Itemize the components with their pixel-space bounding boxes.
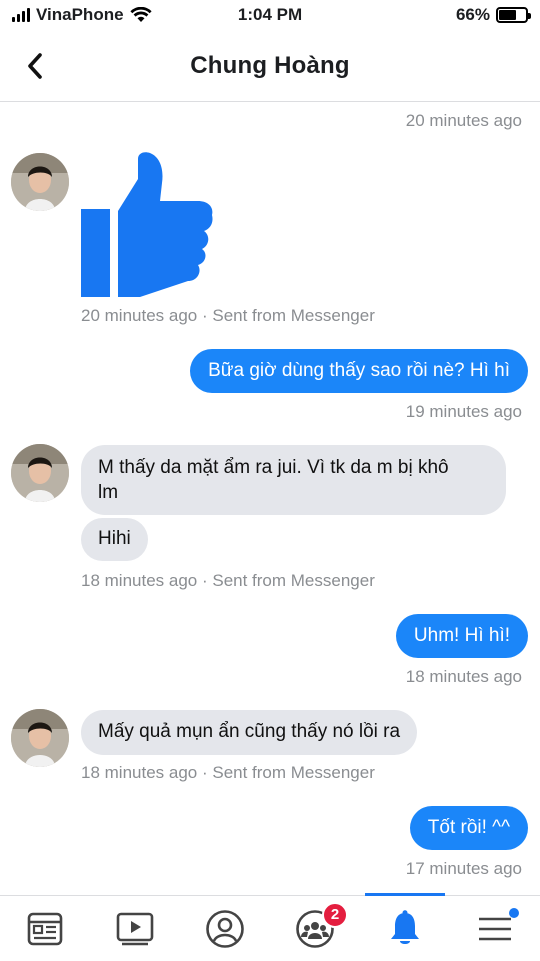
message-meta: 18 minutes ago · Sent from Messenger xyxy=(81,763,375,782)
tab-menu[interactable] xyxy=(450,896,540,961)
bell-icon xyxy=(391,910,419,944)
battery-icon xyxy=(496,7,531,23)
message-line: lm xyxy=(98,482,119,503)
groups-badge: 2 xyxy=(322,902,348,928)
contact-avatar[interactable] xyxy=(11,709,69,767)
tab-watch[interactable] xyxy=(90,896,180,961)
bottom-tab-bar: 2 xyxy=(0,893,540,961)
incoming-message[interactable]: M thấy da mặt ẩm ra jui. Vì tk da m bị k… xyxy=(81,445,506,515)
contact-name[interactable]: Chung Hoàng xyxy=(0,52,540,80)
outgoing-message[interactable]: Bữa giờ dùng thấy sao rồi nè? Hì hì xyxy=(190,349,528,393)
outgoing-message[interactable]: Tốt rồi! ^^ xyxy=(409,806,528,850)
contact-avatar[interactable] xyxy=(11,444,69,502)
timestamp: 19 minutes ago xyxy=(405,402,522,421)
incoming-message[interactable]: Hihi xyxy=(81,518,148,561)
tab-groups[interactable]: 2 xyxy=(270,896,360,961)
message-meta: 18 minutes ago · Sent from Messenger xyxy=(81,571,375,590)
thumbs-up-icon[interactable] xyxy=(80,151,216,299)
news-feed-icon xyxy=(27,912,63,946)
message-line: M thấy da mặt ẩm ra jui. Vì tk da m bị k… xyxy=(98,457,449,478)
status-right: 66% xyxy=(455,5,531,25)
incoming-message[interactable]: Mấy quả mụn ẩn cũng thấy nó lồi ra xyxy=(81,710,418,755)
message-meta: 20 minutes ago · Sent from Messenger xyxy=(81,306,375,325)
video-play-icon xyxy=(116,912,154,946)
conversation-header: Chung Hoàng xyxy=(0,34,540,102)
menu-notification-dot xyxy=(509,908,519,918)
tab-notifications[interactable] xyxy=(360,893,450,961)
hamburger-menu-icon xyxy=(479,917,511,941)
tab-profile[interactable] xyxy=(180,896,270,961)
tab-news-feed[interactable] xyxy=(0,896,90,961)
timestamp: 18 minutes ago xyxy=(405,667,522,686)
profile-icon xyxy=(206,910,244,948)
timestamp: 20 minutes ago xyxy=(405,111,522,130)
battery-percent: 66% xyxy=(455,5,490,24)
outgoing-message[interactable]: Uhm! Hì hì! xyxy=(395,614,528,658)
contact-avatar[interactable] xyxy=(11,153,69,211)
timestamp: 17 minutes ago xyxy=(405,859,522,878)
status-bar: VinaPhone 1:04 PM 66% xyxy=(0,0,540,32)
message-thread[interactable]: 20 minutes ago 20 minutes ago · Sent fro… xyxy=(0,103,540,893)
